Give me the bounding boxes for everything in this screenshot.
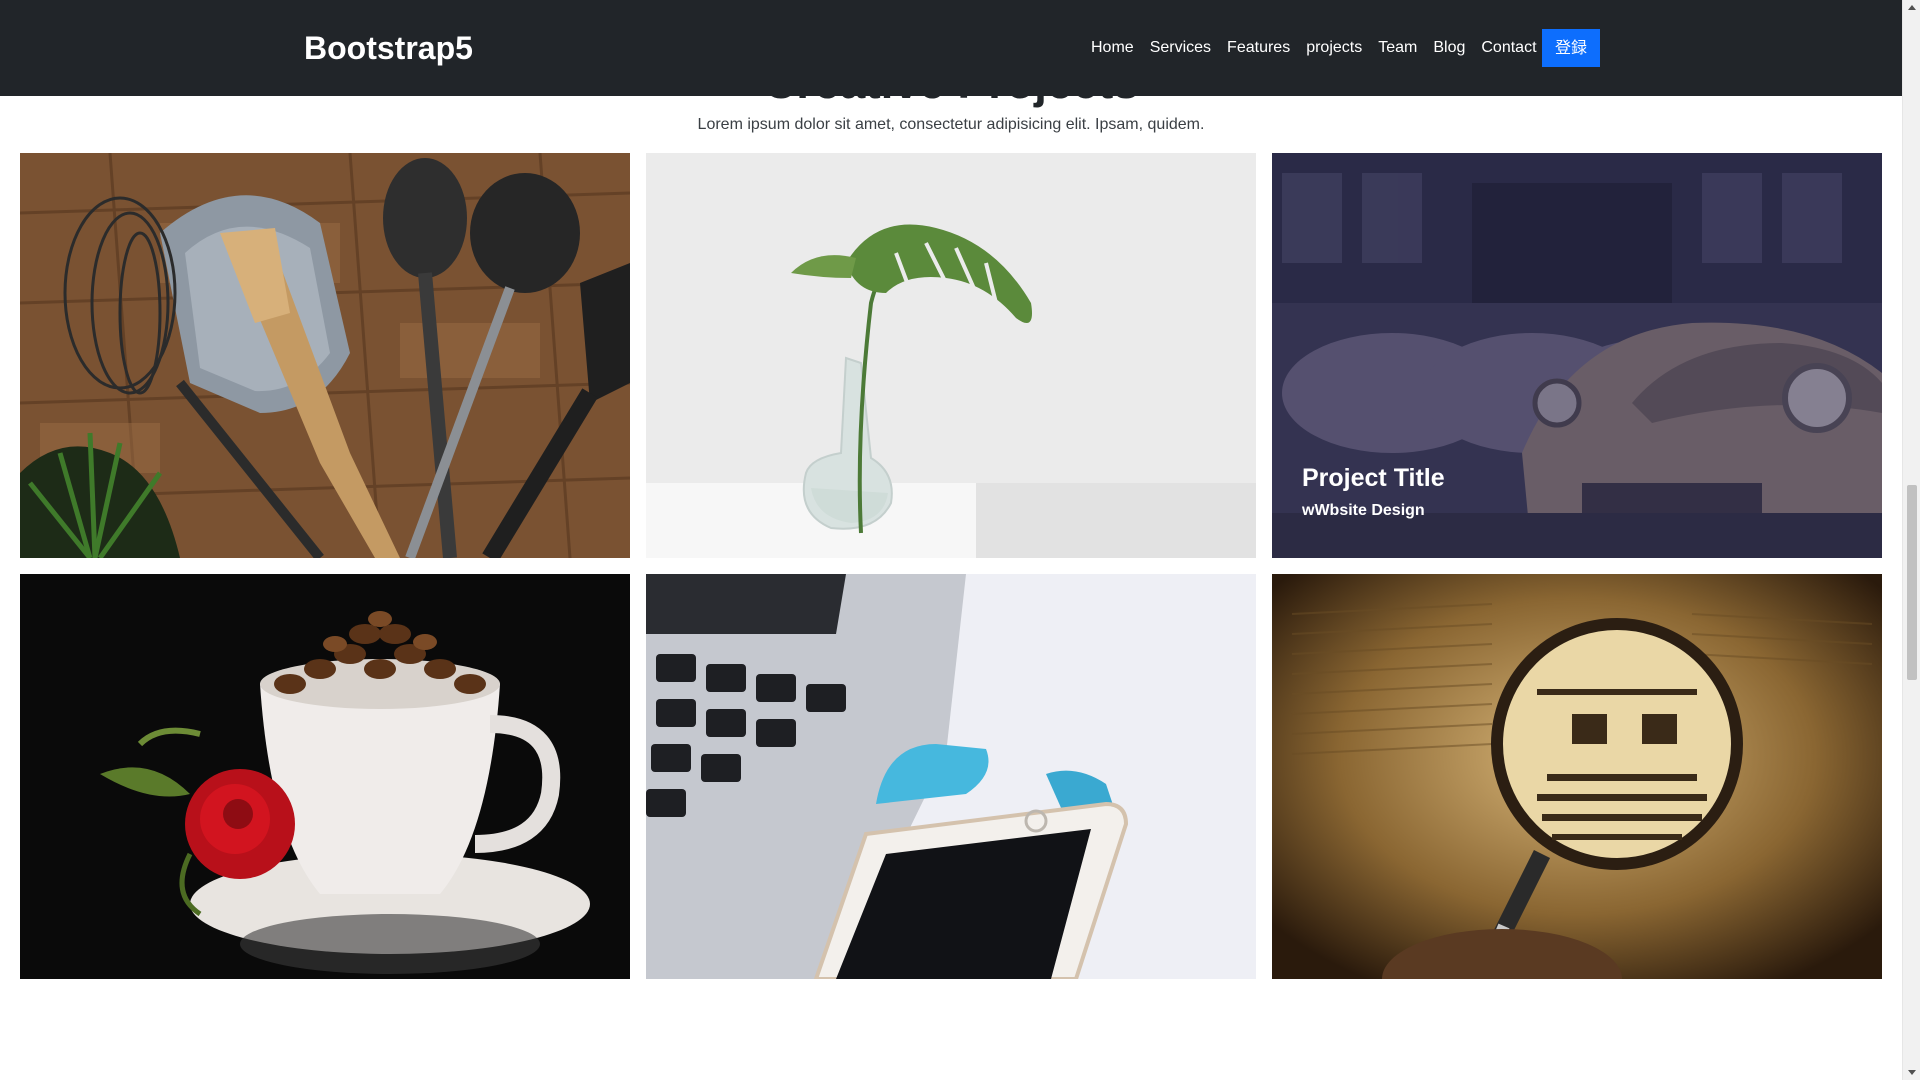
nav-link-projects[interactable]: projects	[1298, 36, 1370, 60]
navbar: Bootstrap5 Home Services Features projec…	[0, 0, 1902, 96]
plant-in-vase-photo	[646, 153, 1256, 558]
page: Creative Projects Lorem ipsum dolor sit …	[0, 0, 1920, 1080]
nav-link-contact[interactable]: Contact	[1473, 36, 1544, 60]
nav-links: Home Services Features projects Team Blo…	[1083, 36, 1545, 60]
nav-link-services[interactable]: Services	[1142, 36, 1219, 60]
login-button[interactable]: 登録	[1542, 29, 1600, 67]
kitchen-utensils-photo	[20, 153, 630, 558]
card-caption: Project Title wWbsite Design	[1302, 462, 1445, 522]
nav-link-home[interactable]: Home	[1083, 36, 1142, 60]
gallery-item-featured[interactable]: Project Title wWbsite Design	[1272, 153, 1882, 558]
nav-link-team[interactable]: Team	[1370, 36, 1425, 60]
scroll-up-icon[interactable]	[1908, 5, 1916, 10]
section-subtitle: Lorem ipsum dolor sit amet, consectetur …	[697, 116, 1205, 133]
brand-logo[interactable]: Bootstrap5	[304, 28, 473, 68]
project-gallery: Project Title wWbsite Design	[20, 153, 1883, 979]
coffee-cup-rose-photo	[20, 574, 630, 979]
laptop-phone-photo	[646, 574, 1256, 979]
gallery-item[interactable]	[20, 153, 630, 558]
magnifying-glass-book-photo	[1272, 574, 1882, 979]
gallery-item[interactable]	[646, 153, 1256, 558]
nav-link-blog[interactable]: Blog	[1425, 36, 1473, 60]
page-scrollbar[interactable]	[1902, 0, 1920, 1080]
gallery-item[interactable]	[646, 574, 1256, 979]
scroll-thumb[interactable]	[1907, 485, 1917, 680]
gallery-item[interactable]	[20, 574, 630, 979]
project-subtitle: wWbsite Design	[1302, 502, 1425, 519]
gallery-item[interactable]	[1272, 574, 1882, 979]
scroll-down-icon[interactable]	[1908, 1070, 1916, 1075]
nav-link-features[interactable]: Features	[1219, 36, 1298, 60]
project-title: Project Title	[1302, 464, 1445, 492]
